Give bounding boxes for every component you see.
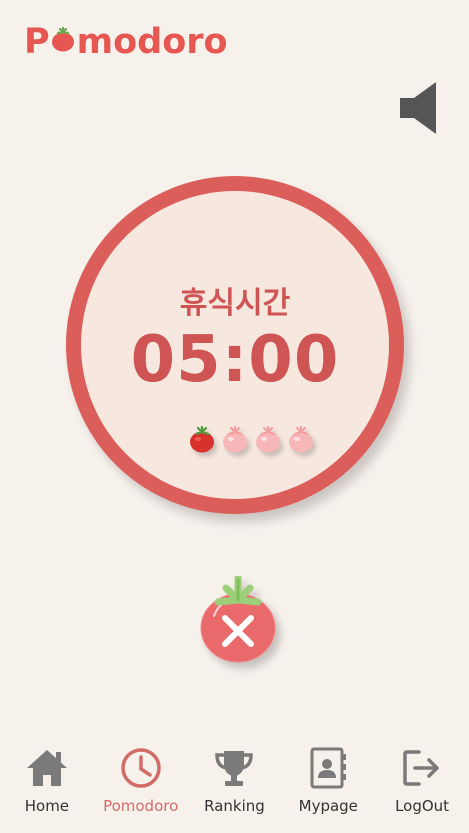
timer-circle: 휴식시간 05:00: [66, 176, 404, 514]
house-icon: [24, 745, 70, 791]
timer-mode-label: 휴식시간: [179, 286, 291, 321]
tomato-x-icon: [200, 574, 276, 663]
trophy-icon: [211, 745, 257, 791]
nav-item-home[interactable]: Home: [1, 745, 93, 825]
logo-prefix: P: [24, 22, 50, 62]
nav-item-mypage[interactable]: Mypage: [282, 745, 374, 825]
session-progress: [189, 425, 314, 453]
tomato-pending-icon: [289, 425, 313, 453]
timer-face: 휴식시간 05:00: [81, 191, 389, 499]
tomato-pending-icon: [223, 425, 247, 453]
speaker-icon: [400, 82, 436, 134]
tomato-logo-icon: [51, 20, 75, 64]
logout-icon: [399, 745, 445, 791]
tomato-pending-icon: [256, 425, 280, 453]
nav-item-logout[interactable]: LogOut: [376, 745, 468, 825]
nav-label-logout: LogOut: [395, 797, 450, 815]
nav-label-ranking: Ranking: [204, 797, 265, 815]
sound-toggle-button[interactable]: [398, 80, 440, 136]
timer-countdown: 05:00: [130, 323, 340, 397]
nav-label-pomodoro: Pomodoro: [103, 797, 179, 815]
bottom-nav: Home Pomodoro Ranking Mypage LogOut: [0, 745, 469, 825]
tomato-complete-icon: [190, 425, 214, 453]
logo-suffix: modoro: [76, 22, 228, 62]
nav-label-home: Home: [24, 797, 70, 815]
nav-label-mypage: Mypage: [298, 797, 358, 815]
clock-icon: [118, 745, 164, 791]
app-logo: P modoro: [24, 20, 228, 64]
nav-item-pomodoro[interactable]: Pomodoro: [95, 745, 187, 825]
cancel-timer-button[interactable]: [200, 574, 280, 668]
contact-book-icon: [305, 745, 351, 791]
nav-item-ranking[interactable]: Ranking: [188, 745, 280, 825]
